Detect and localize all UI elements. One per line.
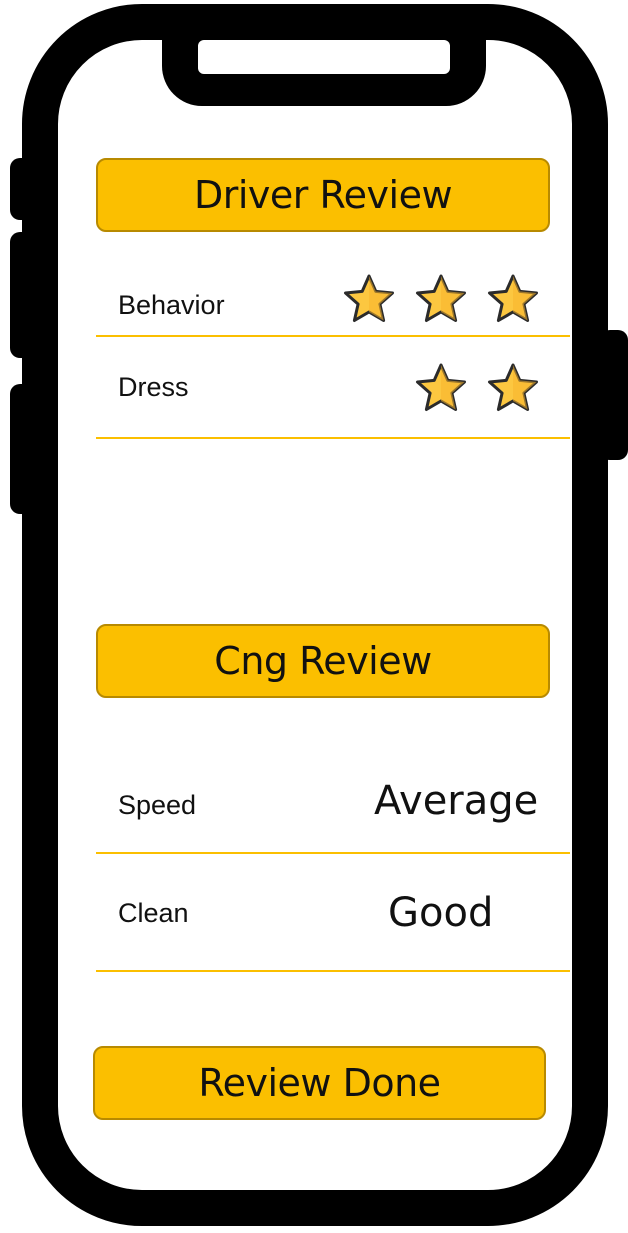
behavior-label: Behavior <box>118 290 225 320</box>
cng-review-header: Cng Review <box>96 624 550 698</box>
star-icon[interactable] <box>341 272 397 328</box>
review-done-label: Review Done <box>198 1061 441 1105</box>
star-icon[interactable] <box>413 361 469 417</box>
driver-review-header: Driver Review <box>96 158 550 232</box>
star-icon[interactable] <box>485 361 541 417</box>
star-icon[interactable] <box>485 272 541 328</box>
dress-label: Dress <box>118 372 189 402</box>
star-icon[interactable] <box>413 272 469 328</box>
row-divider <box>96 852 570 854</box>
speed-value[interactable]: Average <box>374 778 538 824</box>
row-divider <box>96 437 570 439</box>
clean-label: Clean <box>118 898 189 928</box>
clean-value[interactable]: Good <box>388 890 493 936</box>
row-divider <box>96 970 570 972</box>
review-done-button[interactable]: Review Done <box>93 1046 546 1120</box>
row-divider <box>96 335 570 337</box>
speed-label: Speed <box>118 790 197 820</box>
cng-review-title: Cng Review <box>214 639 432 683</box>
phone-screen: Driver Review Behavior Dress Cng Review … <box>0 0 628 1233</box>
driver-review-title: Driver Review <box>193 173 453 217</box>
speaker-slot <box>198 40 450 74</box>
